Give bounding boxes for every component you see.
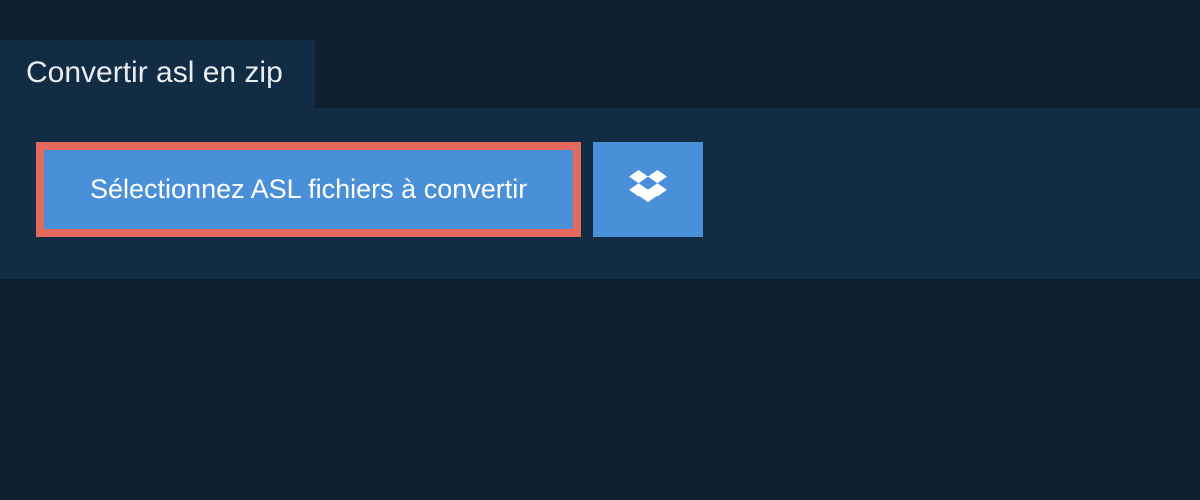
dropbox-icon [629, 170, 667, 209]
file-select-group: Sélectionnez ASL fichiers à convertir [36, 142, 1164, 237]
tab-label: Convertir asl en zip [26, 56, 283, 89]
select-files-label: Sélectionnez ASL fichiers à convertir [90, 174, 527, 205]
dropbox-button[interactable] [593, 142, 703, 237]
select-files-button[interactable]: Sélectionnez ASL fichiers à convertir [36, 142, 581, 237]
converter-panel: Sélectionnez ASL fichiers à convertir [0, 108, 1200, 279]
tab-bar: Convertir asl en zip [0, 0, 1200, 108]
tab-convert[interactable]: Convertir asl en zip [0, 40, 315, 108]
